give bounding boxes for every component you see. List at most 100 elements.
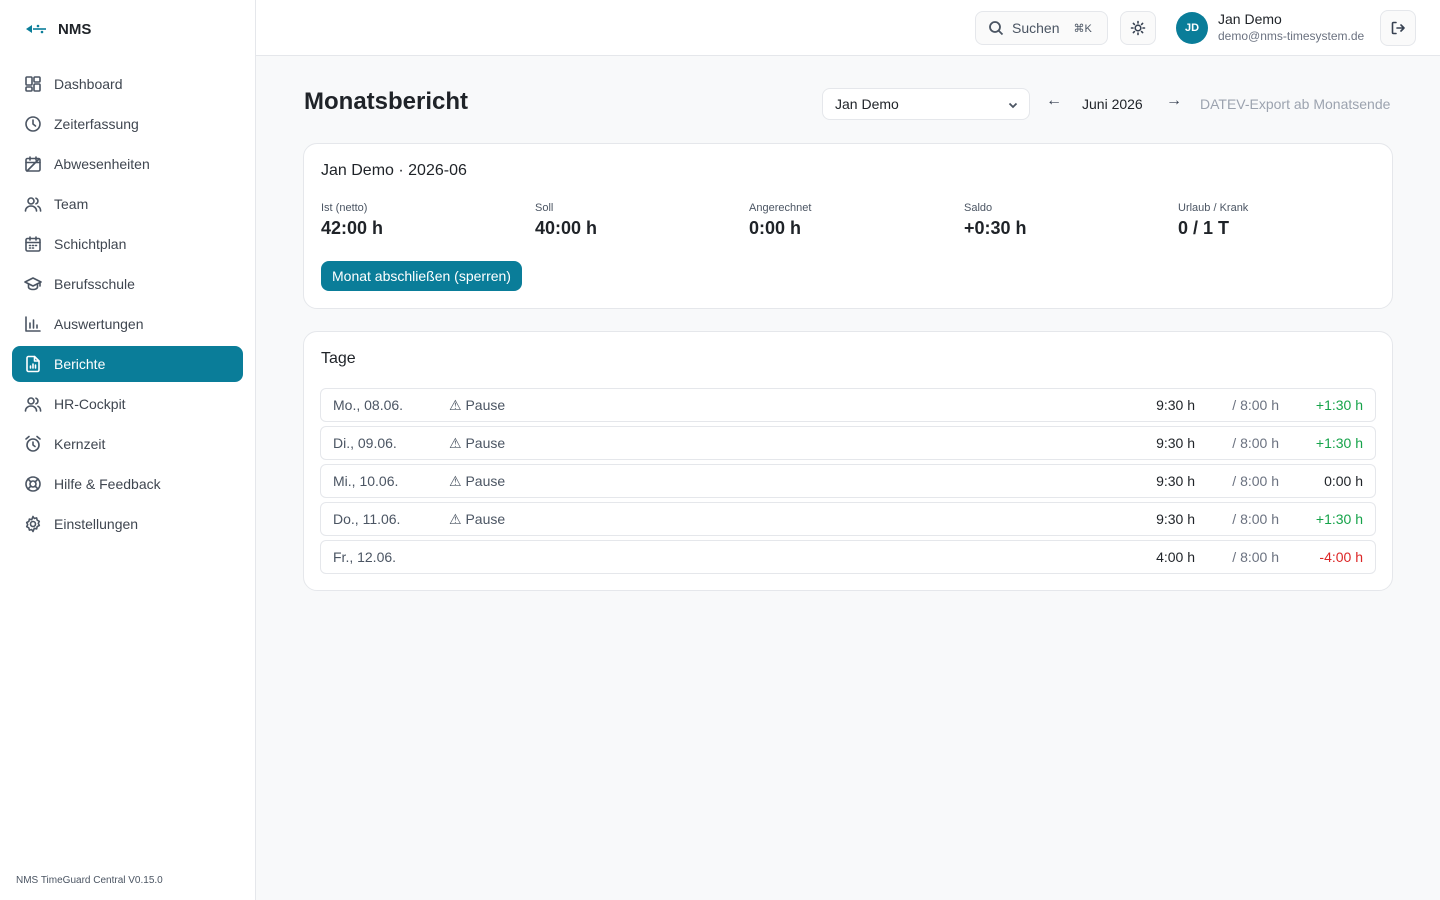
day-date: Fr., 12.06. bbox=[333, 549, 397, 565]
sidebar-item-label: Dashboard bbox=[54, 76, 123, 92]
day-ist-hours: 9:30 h bbox=[1156, 473, 1195, 489]
sidebar-item-label: Berufsschule bbox=[54, 276, 135, 292]
sidebar-item-label: Hilfe & Feedback bbox=[54, 476, 161, 492]
sidebar-item-dashboard[interactable]: Dashboard bbox=[12, 66, 243, 102]
days-title: Tage bbox=[321, 350, 356, 367]
stat-label: Saldo bbox=[964, 202, 993, 214]
sidebar: NMS Dashboard Zeiterfassung Abwesenheiten T… bbox=[0, 0, 256, 900]
lock-month-button[interactable]: Monat abschließen (sperren) bbox=[321, 261, 522, 291]
sidebar-item-abwesenheiten[interactable]: Abwesenheiten bbox=[12, 146, 243, 182]
stat-soll: Soll 40:00 h bbox=[535, 202, 597, 239]
user-name: Jan Demo bbox=[1218, 11, 1282, 27]
dashboard-icon bbox=[24, 75, 42, 93]
pause-warning: ⚠ Pause bbox=[449, 435, 506, 451]
day-soll-hours: / 8:00 h bbox=[1232, 473, 1279, 489]
calendar-off-icon bbox=[24, 155, 42, 173]
theme-toggle-button[interactable] bbox=[1120, 11, 1156, 45]
day-saldo: +1:30 h bbox=[1315, 435, 1363, 451]
sidebar-item-label: Zeiterfassung bbox=[54, 116, 139, 132]
stat-label: Urlaub / Krank bbox=[1178, 202, 1249, 214]
search-button[interactable]: Suchen ⌘K bbox=[975, 11, 1108, 45]
search-label: Suchen bbox=[1012, 20, 1060, 36]
sidebar-item-berichte[interactable]: Berichte bbox=[12, 346, 243, 382]
sidebar-item-label: Kernzeit bbox=[54, 436, 106, 452]
day-date: Do., 11.06. bbox=[333, 511, 401, 527]
report-file-icon bbox=[24, 355, 42, 373]
pause-warning: ⚠ Pause bbox=[449, 511, 506, 527]
lifebuoy-icon bbox=[24, 475, 42, 493]
users-icon bbox=[24, 395, 42, 413]
day-row[interactable]: Mo., 08.06. ⚠ Pause 9:30 h / 8:00 h +1:30 h bbox=[320, 388, 1376, 422]
sidebar-item-einstellungen[interactable]: Einstellungen bbox=[12, 506, 243, 542]
sidebar-item-auswertungen[interactable]: Auswertungen bbox=[12, 306, 243, 342]
pause-warning: ⚠ Pause bbox=[449, 473, 506, 489]
sidebar-item-label: Auswertungen bbox=[54, 316, 144, 332]
calendar-icon bbox=[24, 235, 42, 253]
day-date: Di., 09.06. bbox=[333, 435, 397, 451]
next-month-button[interactable]: → bbox=[1166, 92, 1182, 110]
day-saldo: -4:00 h bbox=[1319, 549, 1363, 565]
graduation-cap-icon bbox=[24, 275, 42, 293]
sidebar-item-schichtplan[interactable]: Schichtplan bbox=[12, 226, 243, 262]
sidebar-item-label: HR-Cockpit bbox=[54, 396, 126, 412]
summary-title: Jan Demo · 2026-06 bbox=[321, 162, 467, 179]
stat-urlaub-krank: Urlaub / Krank 0 / 1 T bbox=[1178, 202, 1248, 239]
sidebar-item-kernzeit[interactable]: Kernzeit bbox=[12, 426, 243, 462]
bar-chart-icon bbox=[24, 315, 42, 333]
search-icon bbox=[989, 21, 1004, 36]
day-date: Mi., 10.06. bbox=[333, 473, 399, 489]
datev-export-note: DATEV-Export ab Monatsende bbox=[1200, 96, 1391, 112]
search-shortcut: ⌘K bbox=[1073, 22, 1092, 35]
day-row[interactable]: Mi., 10.06. ⚠ Pause 9:30 h / 8:00 h 0:00 h bbox=[320, 464, 1376, 498]
avatar[interactable]: JD bbox=[1176, 12, 1208, 44]
brand[interactable]: NMS bbox=[24, 20, 91, 38]
brand-name: NMS bbox=[58, 20, 92, 38]
stat-label: Angerechnet bbox=[749, 202, 812, 214]
stat-value: 0 / 1 T bbox=[1178, 218, 1230, 238]
stat-value: +0:30 h bbox=[964, 218, 1027, 238]
sidebar-item-team[interactable]: Team bbox=[12, 186, 243, 222]
stat-angerechnet: Angerechnet 0:00 h bbox=[749, 202, 811, 239]
alarm-clock-icon bbox=[24, 435, 42, 453]
sidebar-item-hr-cockpit[interactable]: HR-Cockpit bbox=[12, 386, 243, 422]
gear-icon bbox=[24, 515, 42, 533]
summary-card: Jan Demo · 2026-06 Ist (netto) 42:00 h S… bbox=[303, 143, 1393, 309]
day-ist-hours: 9:30 h bbox=[1156, 511, 1195, 527]
day-ist-hours: 4:00 h bbox=[1156, 549, 1195, 565]
day-soll-hours: / 8:00 h bbox=[1232, 397, 1279, 413]
stat-label: Soll bbox=[535, 202, 554, 214]
day-row[interactable]: Di., 09.06. ⚠ Pause 9:30 h / 8:00 h +1:30 h bbox=[320, 426, 1376, 460]
days-card: Tage Mo., 08.06. ⚠ Pause 9:30 h / 8:00 h +1:… bbox=[303, 331, 1393, 591]
topbar: Suchen ⌘K JD Jan Demo demo@nms-timesyste… bbox=[256, 0, 1440, 56]
logout-button[interactable] bbox=[1380, 10, 1416, 46]
prev-month-button[interactable]: ← bbox=[1046, 92, 1062, 110]
clock-icon bbox=[24, 115, 42, 133]
sidebar-item-berufsschule[interactable]: Berufsschule bbox=[12, 266, 243, 302]
day-row[interactable]: Do., 11.06. ⚠ Pause 9:30 h / 8:00 h +1:30 h bbox=[320, 502, 1376, 536]
month-label: Juni 2026 bbox=[1082, 96, 1143, 112]
stat-value: 40:00 h bbox=[535, 218, 598, 238]
users-icon bbox=[24, 195, 42, 213]
day-row[interactable]: Fr., 12.06. 4:00 h / 8:00 h -4:00 h bbox=[320, 540, 1376, 574]
day-saldo: 0:00 h bbox=[1324, 473, 1363, 489]
sidebar-item-zeiterfassung[interactable]: Zeiterfassung bbox=[12, 106, 243, 142]
employee-select[interactable]: Jan Demo bbox=[822, 88, 1030, 120]
day-soll-hours: / 8:00 h bbox=[1232, 435, 1279, 451]
page-title: Monatsbericht bbox=[304, 88, 469, 115]
day-date: Mo., 08.06. bbox=[333, 397, 404, 413]
day-ist-hours: 9:30 h bbox=[1156, 435, 1195, 451]
day-soll-hours: / 8:00 h bbox=[1232, 511, 1279, 527]
day-saldo: +1:30 h bbox=[1315, 511, 1363, 527]
user-email: demo@nms-timesystem.de bbox=[1218, 29, 1365, 43]
sun-icon bbox=[1130, 20, 1146, 36]
nms-logo-icon bbox=[26, 24, 46, 34]
day-soll-hours: / 8:00 h bbox=[1232, 549, 1279, 565]
sidebar-item-label: Team bbox=[54, 196, 89, 212]
sidebar-item-hilfe-feedback[interactable]: Hilfe & Feedback bbox=[12, 466, 243, 502]
day-saldo: +1:30 h bbox=[1315, 397, 1363, 413]
sidebar-item-label: Schichtplan bbox=[54, 236, 127, 252]
chevron-down-icon bbox=[1008, 102, 1018, 109]
day-ist-hours: 9:30 h bbox=[1156, 397, 1195, 413]
stat-ist: Ist (netto) 42:00 h bbox=[321, 202, 383, 239]
employee-select-value: Jan Demo bbox=[835, 96, 899, 112]
